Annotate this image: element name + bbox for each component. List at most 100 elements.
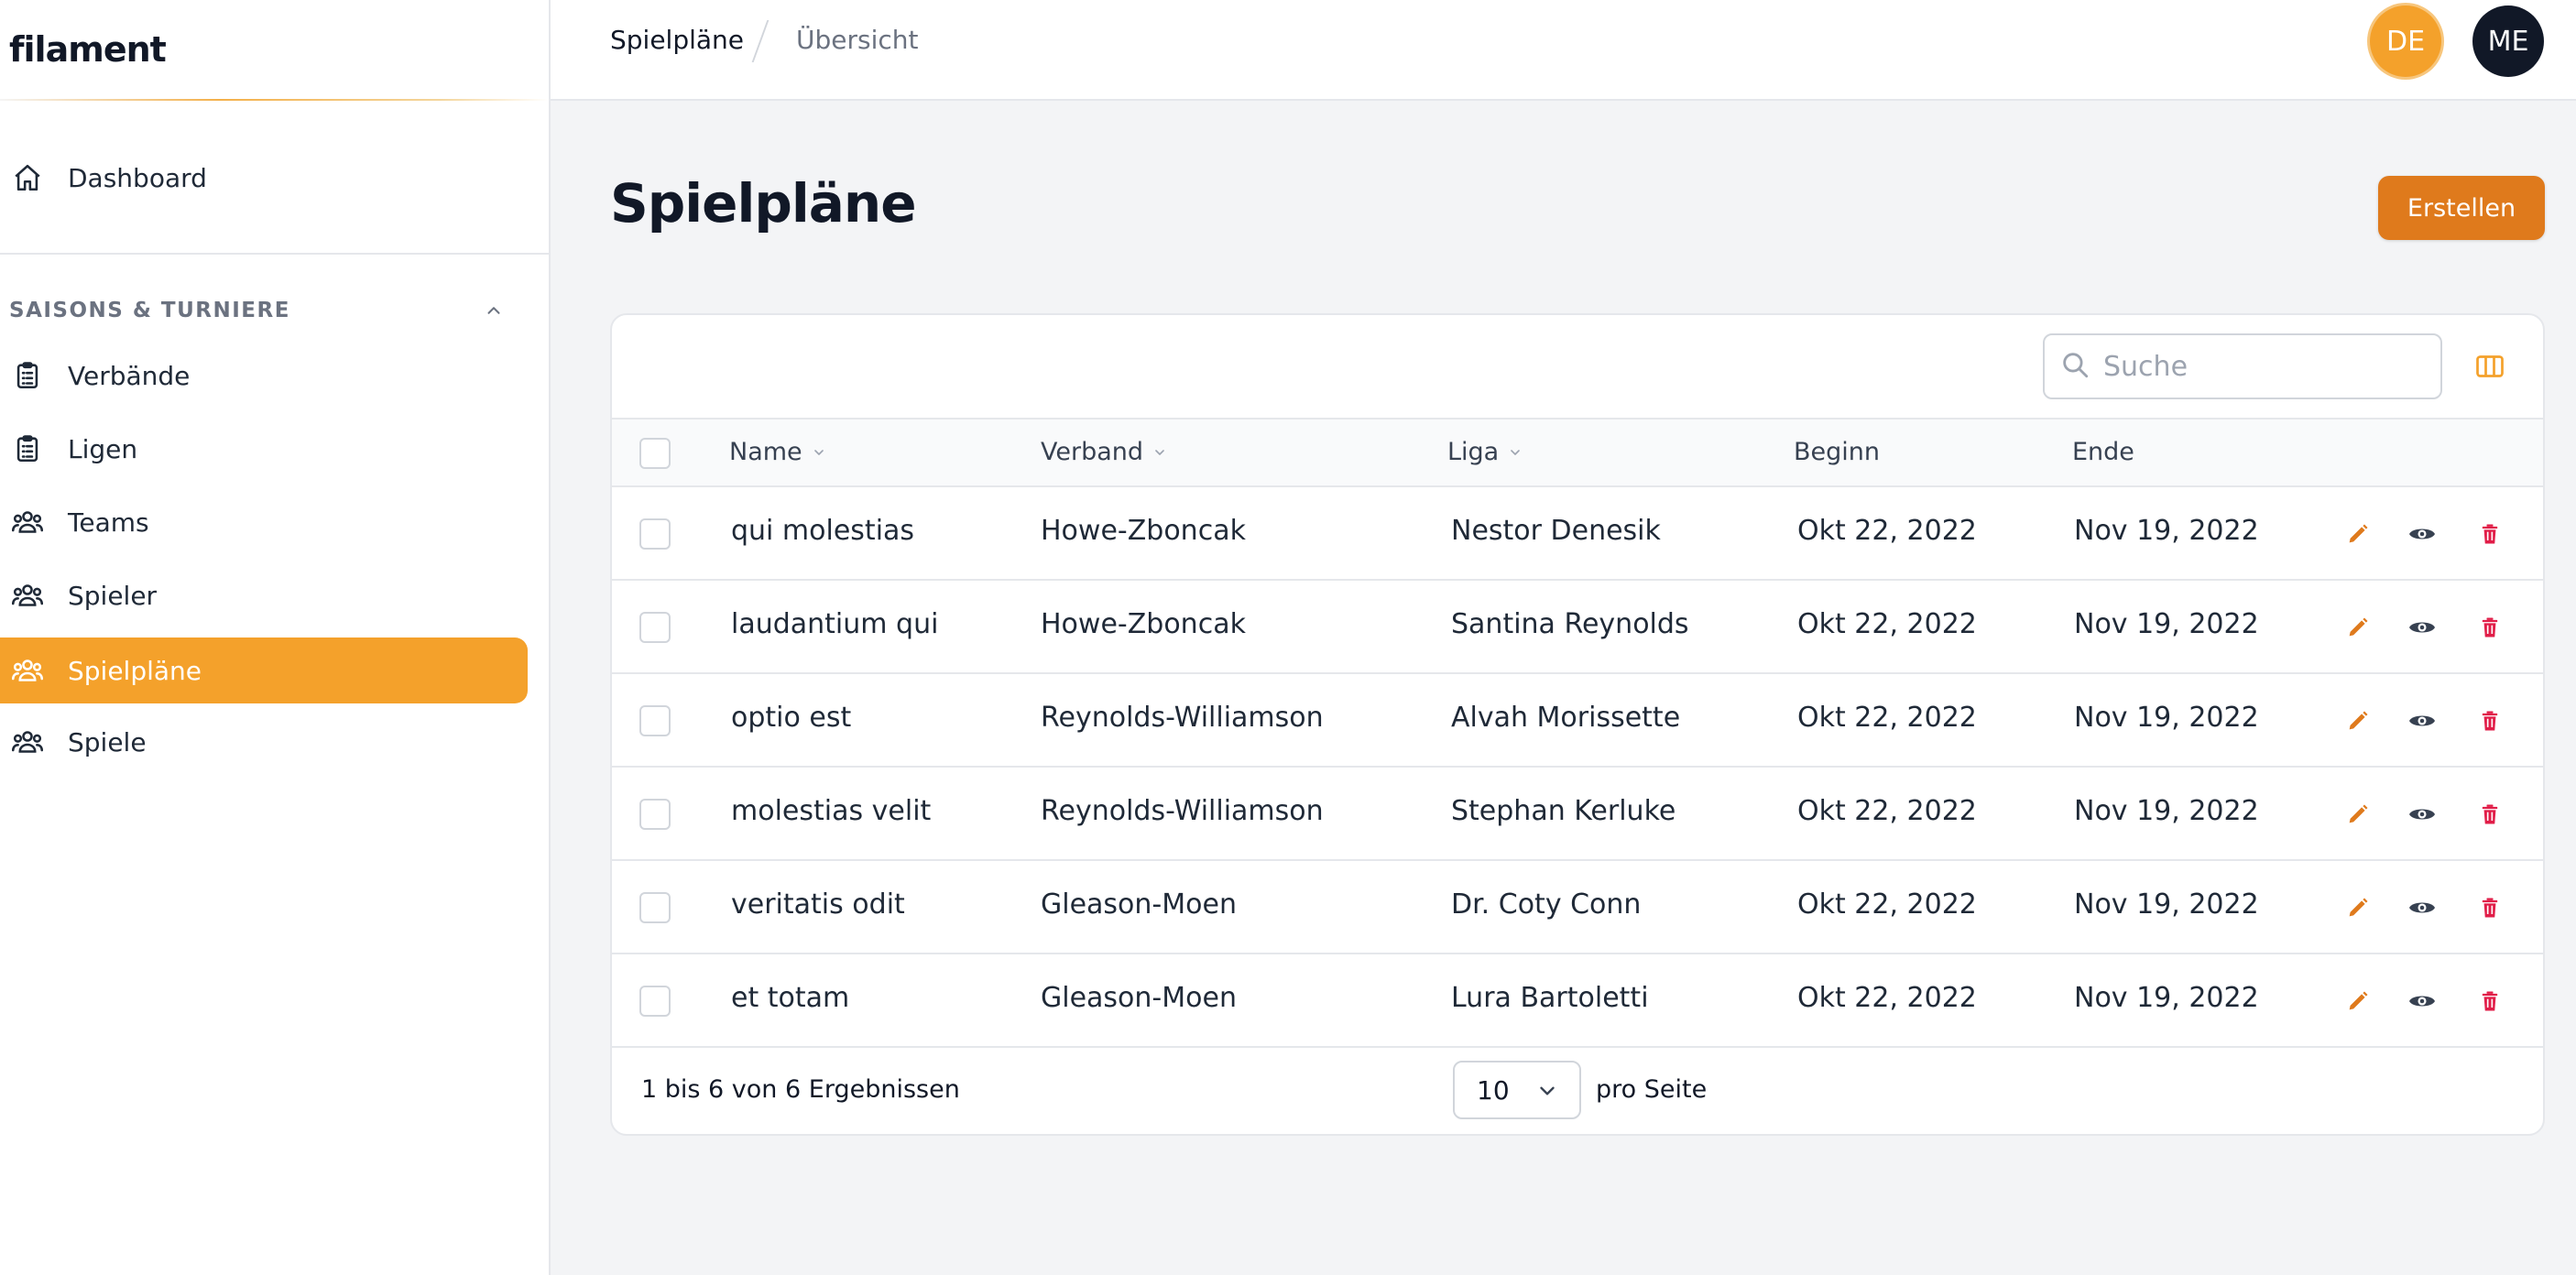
sidebar-item-spiele[interactable]: Spiele bbox=[0, 709, 528, 775]
view-icon[interactable] bbox=[2406, 518, 2439, 550]
users-icon bbox=[9, 504, 46, 540]
sort-icon bbox=[1508, 438, 1523, 466]
avatar-de[interactable]: DE bbox=[2370, 5, 2441, 77]
delete-icon[interactable] bbox=[2473, 798, 2506, 831]
cell-verband: Howe-Zboncak bbox=[1041, 515, 1246, 547]
users-icon bbox=[9, 652, 46, 689]
column-header-liga[interactable]: Liga bbox=[1447, 438, 1523, 466]
per-page-label: pro Seite bbox=[1596, 1075, 1708, 1104]
brand-logo[interactable]: filament bbox=[0, 0, 549, 101]
sidebar-item-label: Spiele bbox=[68, 726, 147, 757]
sidebar-item-teams[interactable]: Teams bbox=[0, 489, 528, 555]
cell-name: et totam bbox=[731, 982, 850, 1014]
clipboard-icon bbox=[9, 357, 46, 394]
cell-ende: Nov 19, 2022 bbox=[2074, 515, 2259, 547]
table-row[interactable]: molestias velit Reynolds-Williamson Stepha… bbox=[612, 768, 2543, 861]
table-header: Name Verband Liga Beginn Ende bbox=[612, 418, 2543, 487]
delete-icon[interactable] bbox=[2473, 985, 2506, 1018]
row-checkbox[interactable] bbox=[639, 612, 671, 643]
delete-icon[interactable] bbox=[2473, 891, 2506, 924]
pagination-summary: 1 bis 6 von 6 Ergebnissen bbox=[641, 1075, 960, 1104]
cell-ende: Nov 19, 2022 bbox=[2074, 888, 2259, 921]
view-icon[interactable] bbox=[2406, 798, 2439, 831]
cell-verband: Reynolds-Williamson bbox=[1041, 702, 1324, 734]
search-icon bbox=[2059, 349, 2090, 384]
cell-beginn: Okt 22, 2022 bbox=[1797, 702, 1977, 734]
view-icon[interactable] bbox=[2406, 891, 2439, 924]
table-row[interactable]: laudantium qui Howe-Zboncak Santina Reynol… bbox=[612, 581, 2543, 674]
sidebar-item-label: Dashboard bbox=[68, 162, 207, 193]
cell-name: molestias velit bbox=[731, 795, 932, 827]
view-icon[interactable] bbox=[2406, 611, 2439, 644]
chevron-up-icon[interactable] bbox=[484, 300, 504, 324]
breadcrumb-uebersicht[interactable]: Übersicht bbox=[796, 25, 919, 55]
sidebar-item-label: Verbände bbox=[68, 360, 191, 391]
table-row[interactable]: et totam Gleason-Moen Lura Bartoletti Okt 2… bbox=[612, 954, 2543, 1048]
cell-name: qui molestias bbox=[731, 515, 915, 547]
view-icon[interactable] bbox=[2406, 704, 2439, 737]
row-checkbox[interactable] bbox=[639, 518, 671, 550]
column-header-beginn: Beginn bbox=[1794, 438, 1880, 466]
cell-verband: Howe-Zboncak bbox=[1041, 608, 1246, 640]
topbar: Spielpläne Übersicht DE ME bbox=[551, 0, 2576, 101]
sidebar-item-spieler[interactable]: Spieler bbox=[0, 562, 528, 628]
row-checkbox[interactable] bbox=[639, 986, 671, 1017]
cell-ende: Nov 19, 2022 bbox=[2074, 608, 2259, 640]
delete-icon[interactable] bbox=[2473, 518, 2506, 550]
row-checkbox[interactable] bbox=[639, 799, 671, 830]
page-title: Spielpläne bbox=[610, 172, 917, 234]
users-icon bbox=[9, 577, 46, 614]
edit-icon[interactable] bbox=[2341, 611, 2374, 644]
delete-icon[interactable] bbox=[2473, 704, 2506, 737]
cell-name: laudantium qui bbox=[731, 608, 939, 640]
view-icon[interactable] bbox=[2406, 985, 2439, 1018]
avatar-me[interactable]: ME bbox=[2472, 5, 2544, 77]
cell-liga: Stephan Kerluke bbox=[1451, 795, 1676, 827]
table-row[interactable]: veritatis odit Gleason-Moen Dr. Coty Conn O… bbox=[612, 861, 2543, 954]
sidebar-item-dashboard[interactable]: Dashboard bbox=[0, 145, 528, 211]
select-all-checkbox[interactable] bbox=[639, 438, 671, 469]
cell-beginn: Okt 22, 2022 bbox=[1797, 888, 1977, 921]
column-header-verband[interactable]: Verband bbox=[1041, 438, 1167, 466]
edit-icon[interactable] bbox=[2341, 704, 2374, 737]
cell-beginn: Okt 22, 2022 bbox=[1797, 608, 1977, 640]
cell-beginn: Okt 22, 2022 bbox=[1797, 982, 1977, 1014]
cell-verband: Gleason-Moen bbox=[1041, 888, 1237, 921]
edit-icon[interactable] bbox=[2341, 518, 2374, 550]
sidebar-item-label: Spielpläne bbox=[68, 655, 202, 686]
cell-verband: Reynolds-Williamson bbox=[1041, 795, 1324, 827]
per-page-select[interactable]: 10 bbox=[1453, 1061, 1581, 1119]
table-row[interactable]: qui molestias Howe-Zboncak Nestor Denesik O… bbox=[612, 487, 2543, 581]
per-page-value: 10 bbox=[1477, 1074, 1510, 1106]
row-checkbox[interactable] bbox=[639, 892, 671, 923]
table-row[interactable]: optio est Reynolds-Williamson Alvah Moriss… bbox=[612, 674, 2543, 768]
sidebar: filament Dashboard SAISONS & TURNIERE Ve… bbox=[0, 0, 551, 1275]
column-header-label: Name bbox=[729, 438, 802, 466]
cell-ende: Nov 19, 2022 bbox=[2074, 702, 2259, 734]
sidebar-item-ligen[interactable]: Ligen bbox=[0, 416, 528, 482]
edit-icon[interactable] bbox=[2341, 798, 2374, 831]
cell-name: optio est bbox=[731, 702, 852, 734]
sort-icon bbox=[1152, 438, 1167, 466]
create-button[interactable]: Erstellen bbox=[2378, 176, 2545, 240]
column-header-label: Verband bbox=[1041, 438, 1144, 466]
sidebar-item-label: Spieler bbox=[68, 580, 158, 611]
search-input[interactable] bbox=[2103, 350, 2433, 383]
sidebar-item-verbaende[interactable]: Verbände bbox=[0, 343, 528, 409]
edit-icon[interactable] bbox=[2341, 985, 2374, 1018]
cell-liga: Lura Bartoletti bbox=[1451, 982, 1649, 1014]
delete-icon[interactable] bbox=[2473, 611, 2506, 644]
breadcrumb-spielplaene[interactable]: Spielpläne bbox=[610, 25, 744, 55]
columns-toggle-icon[interactable] bbox=[2473, 350, 2506, 387]
sort-icon bbox=[812, 438, 826, 466]
search-box[interactable] bbox=[2043, 333, 2442, 399]
column-header-name[interactable]: Name bbox=[729, 438, 826, 466]
column-header-ende: Ende bbox=[2072, 438, 2134, 466]
home-icon bbox=[9, 159, 46, 196]
cell-verband: Gleason-Moen bbox=[1041, 982, 1237, 1014]
sidebar-item-spielplaene[interactable]: Spielpläne bbox=[0, 638, 528, 703]
edit-icon[interactable] bbox=[2341, 891, 2374, 924]
column-header-label: Liga bbox=[1447, 438, 1500, 466]
row-checkbox[interactable] bbox=[639, 705, 671, 736]
breadcrumb-separator bbox=[751, 20, 770, 62]
